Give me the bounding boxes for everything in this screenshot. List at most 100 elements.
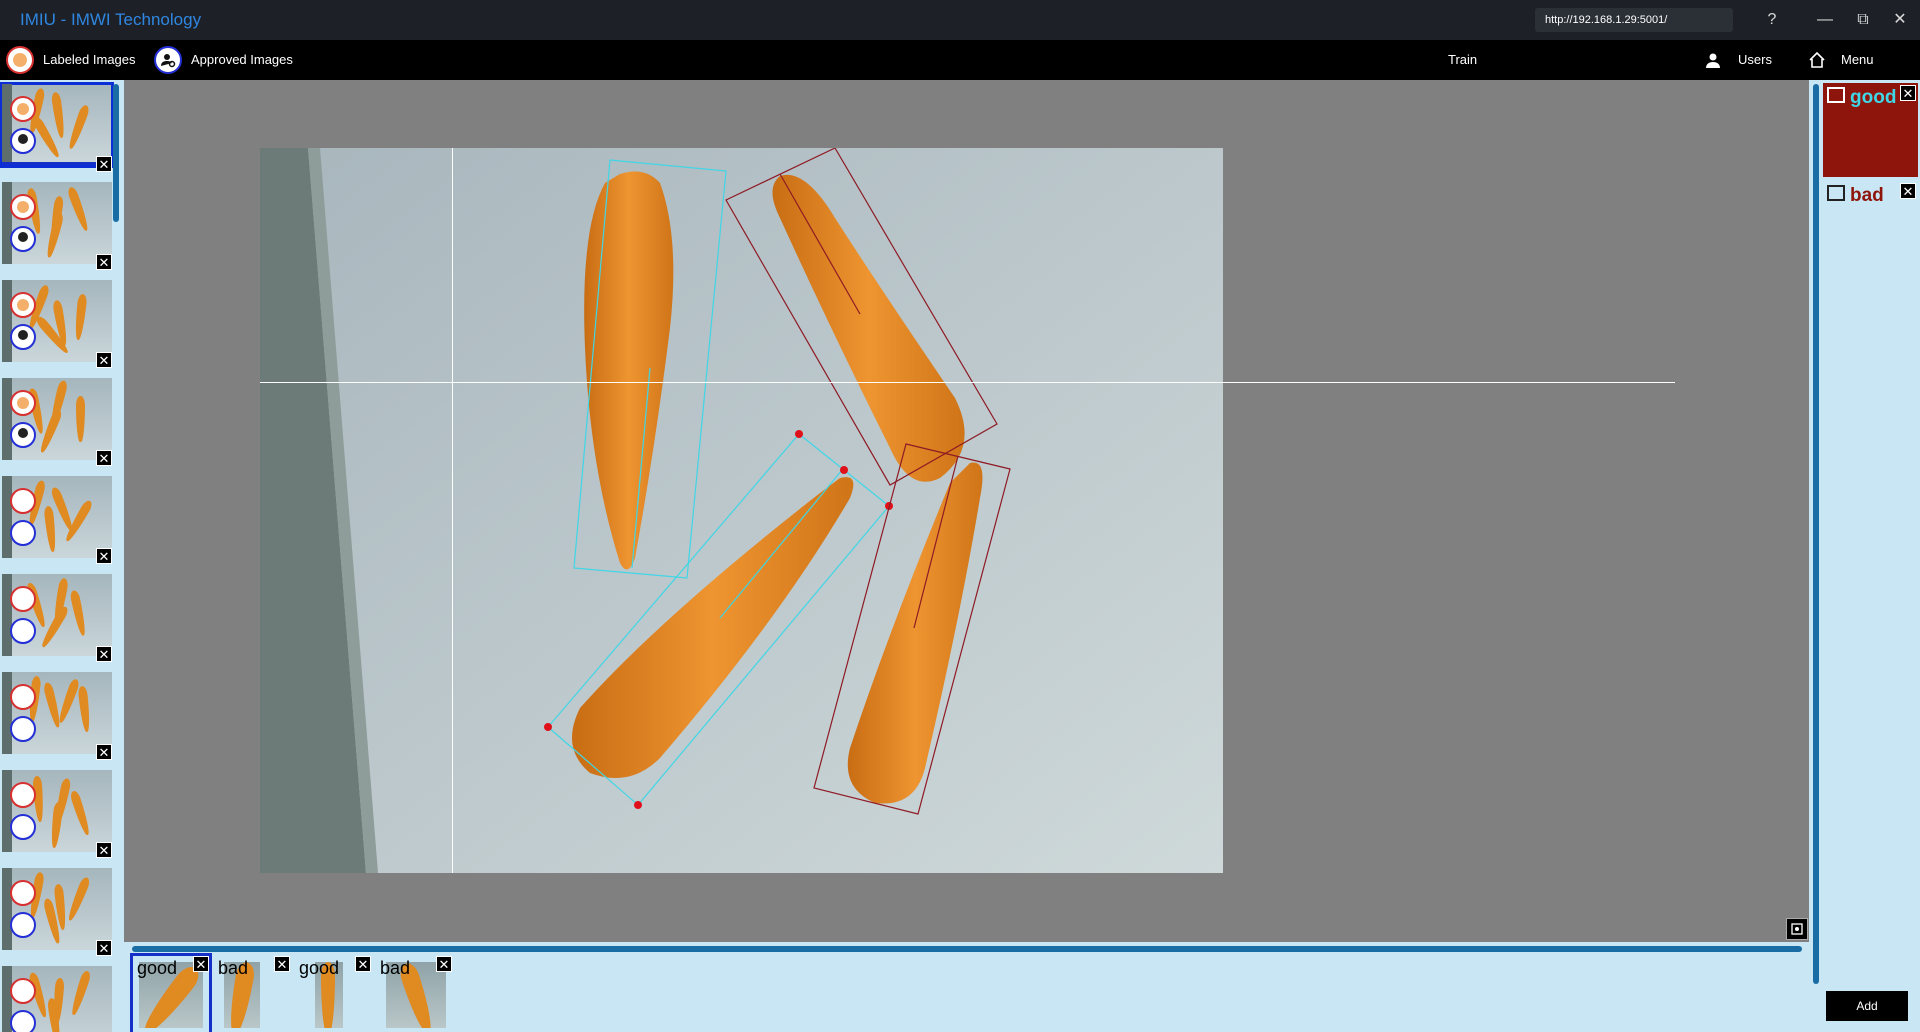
labeled-status-icon [10, 684, 36, 710]
crop-strip: good ✕ bad ✕ good ✕ bad ✕ [124, 942, 1809, 1032]
approved-status-icon [10, 716, 36, 742]
remove-crop-button[interactable]: ✕ [355, 956, 371, 972]
crop-label: bad [218, 958, 249, 978]
thumbnail-background [2, 378, 12, 460]
thumbnail-background [2, 84, 12, 162]
menu-label: Menu [1841, 52, 1874, 67]
label-name-good: good [1850, 87, 1897, 108]
image-thumbnail[interactable] [2, 770, 112, 852]
crop-item[interactable]: good ✕ [295, 956, 371, 1032]
image-thumbnail[interactable] [2, 672, 112, 754]
image-thumbnail[interactable] [2, 280, 112, 362]
title-bar: IMIU - IMWI Technology http://192.168.1.… [0, 0, 1920, 40]
remove-image-button[interactable]: ✕ [96, 646, 112, 662]
remove-label-good-button[interactable]: ✕ [1900, 85, 1916, 101]
help-button[interactable]: ? [1757, 8, 1787, 32]
labels-panel: good ✕ bad ✕ [1809, 80, 1920, 1032]
labeled-images-icon [6, 46, 34, 74]
thumbnail-carrot [50, 91, 67, 139]
thumbnail-carrot [66, 185, 91, 233]
image-list-panel: ✕✕✕✕✕✕✕✕✕✕ [0, 80, 124, 1032]
remove-crop-button[interactable]: ✕ [274, 956, 290, 972]
crop-strip-scrollbar[interactable] [132, 946, 1802, 952]
close-window-button[interactable]: ✕ [1885, 8, 1915, 32]
remove-image-button[interactable]: ✕ [96, 842, 112, 858]
approved-images-nav[interactable]: Approved Images [154, 40, 293, 80]
thumbnail-carrot [73, 293, 88, 341]
image-thumbnail[interactable] [2, 476, 112, 558]
label-card-bad[interactable]: bad ✕ [1823, 181, 1918, 275]
thumbnail-carrot [69, 589, 88, 637]
labeled-status-icon [10, 96, 36, 122]
thumbnail-carrot [56, 677, 81, 725]
remove-image-button[interactable]: ✕ [96, 156, 112, 172]
labeled-status-icon [10, 782, 36, 808]
menu-nav[interactable]: Menu [1808, 40, 1874, 80]
image-list-scrollbar[interactable] [113, 84, 119, 222]
image-thumbnail[interactable] [0, 82, 114, 168]
fit-view-button[interactable] [1786, 918, 1808, 940]
crop-item[interactable]: bad ✕ [376, 956, 452, 1032]
label-tag-icon [1827, 87, 1845, 103]
approved-status-icon [10, 1010, 36, 1032]
remove-image-button[interactable]: ✕ [96, 352, 112, 368]
approved-images-label: Approved Images [191, 52, 293, 67]
thumbnail-background [2, 182, 12, 264]
crop-item[interactable]: good ✕ [130, 953, 212, 1032]
minimize-button[interactable]: — [1810, 8, 1840, 32]
home-icon [1809, 51, 1825, 68]
restore-button[interactable]: ⧉ [1848, 8, 1878, 32]
crop-label: good [137, 958, 178, 978]
remove-image-button[interactable]: ✕ [96, 548, 112, 564]
approved-status-icon [10, 422, 36, 448]
remove-crop-button[interactable]: ✕ [436, 956, 452, 972]
approved-status-icon [10, 814, 36, 840]
crop-item[interactable]: bad ✕ [214, 956, 290, 1032]
thumbnail-carrot [43, 505, 58, 553]
remove-image-button[interactable]: ✕ [96, 940, 112, 956]
labeled-images-label: Labeled Images [43, 52, 136, 67]
labeled-images-nav[interactable]: Labeled Images [6, 40, 136, 80]
train-label: Train [1448, 52, 1478, 67]
thumbnail-background [2, 868, 12, 950]
add-label-button[interactable]: Add [1826, 991, 1908, 1021]
users-label: Users [1738, 52, 1772, 67]
remove-crop-button[interactable]: ✕ [193, 956, 209, 972]
image-thumbnail[interactable] [2, 182, 112, 264]
image-thumbnail[interactable] [2, 868, 112, 950]
image-thumbnail[interactable] [2, 574, 112, 656]
remove-image-button[interactable]: ✕ [96, 450, 112, 466]
labeled-status-icon [10, 390, 36, 416]
thumbnail-carrot [77, 685, 92, 733]
image-thumbnail[interactable] [2, 378, 112, 460]
url-field[interactable]: http://192.168.1.29:5001/ [1535, 8, 1733, 32]
thumbnail-carrot [69, 789, 92, 837]
labels-scrollbar[interactable] [1813, 84, 1819, 984]
image-thumbnail[interactable] [2, 966, 112, 1032]
train-nav[interactable]: Train [1448, 40, 1477, 80]
approved-images-icon [154, 46, 182, 74]
labeled-status-icon [10, 880, 36, 906]
approved-status-icon [10, 128, 36, 154]
crosshair-horizontal [260, 382, 1675, 383]
remove-label-bad-button[interactable]: ✕ [1900, 183, 1916, 199]
fit-view-icon [1791, 923, 1803, 935]
thumbnail-background [2, 672, 12, 754]
approved-status-icon [10, 226, 36, 252]
person-icon [1706, 53, 1720, 68]
app-title: IMIU - IMWI Technology [20, 10, 202, 29]
users-nav[interactable]: Users [1705, 40, 1772, 80]
thumbnail-carrot [44, 211, 65, 259]
labeled-status-icon [10, 292, 36, 318]
remove-image-button[interactable]: ✕ [96, 744, 112, 760]
approved-status-icon [10, 912, 36, 938]
thumbnail-carrot [66, 103, 91, 151]
thumbnail-background [2, 574, 12, 656]
thumbnail-carrot [76, 396, 85, 442]
remove-image-button[interactable]: ✕ [96, 254, 112, 270]
annotation-image[interactable] [260, 148, 1223, 873]
thumbnail-background [2, 476, 12, 558]
labeled-status-icon [10, 488, 36, 514]
thumbnail-background [2, 770, 12, 852]
label-card-good[interactable]: good ✕ [1823, 83, 1918, 177]
